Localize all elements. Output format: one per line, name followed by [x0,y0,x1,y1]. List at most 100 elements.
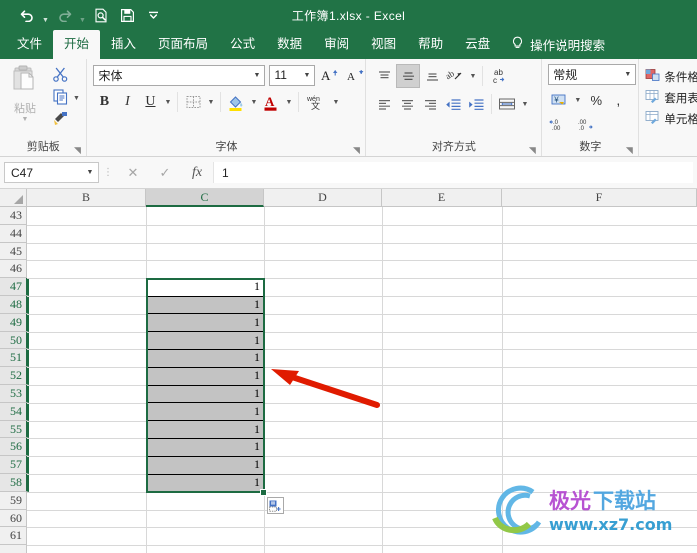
borders-button[interactable] [182,91,204,113]
row-header-60[interactable]: 60 [0,510,26,528]
row-header-52[interactable]: 52 [0,367,29,385]
tell-me-search[interactable]: 操作说明搜索 [511,30,605,59]
column-header-b[interactable]: B [27,189,146,207]
font-color-button[interactable]: A [260,91,282,113]
customize-quick-access-icon[interactable] [140,3,166,27]
row-header-47[interactable]: 47 [0,278,29,296]
clipboard-dialog-launcher[interactable]: ◥ [72,145,82,155]
cell-area[interactable]: 1 1 1 1 1 1 1 1 1 1 1 1 极光 下载站 www.xz7.c… [27,207,697,553]
tab-file[interactable]: 文件 [6,30,53,59]
cell-c51[interactable]: 1 [147,349,264,367]
cell-c49[interactable]: 1 [147,314,264,332]
cell-c47[interactable]: 1 [147,278,264,296]
column-header-c[interactable]: C [146,189,264,207]
cell-c52[interactable]: 1 [147,367,264,385]
tab-data[interactable]: 数据 [266,30,313,59]
font-name-dropdown-icon[interactable]: ▼ [249,72,264,79]
align-bottom-button[interactable] [421,65,443,87]
font-dialog-launcher[interactable]: ◥ [351,145,361,155]
align-top-button[interactable] [373,65,395,87]
cell-c54[interactable]: 1 [147,403,264,421]
row-header-54[interactable]: 54 [0,402,29,421]
number-dialog-launcher[interactable]: ◥ [624,145,634,155]
redo-dropdown-icon[interactable]: ▼ [77,0,88,30]
format-as-table-button[interactable]: 套用表格格式 [639,87,697,108]
print-preview-icon[interactable] [88,3,114,27]
orientation-button[interactable]: ab [444,65,466,87]
underline-button[interactable]: U [139,91,161,113]
row-header-59[interactable]: 59 [0,492,26,510]
cell-c48[interactable]: 1 [147,296,264,314]
conditional-formatting-button[interactable]: 条件格式 [639,66,697,87]
tab-insert[interactable]: 插入 [100,30,147,59]
save-icon[interactable] [114,3,140,27]
row-header-61[interactable]: 61 [0,527,26,546]
row-header-50[interactable]: 50 [0,331,29,350]
align-middle-button[interactable] [396,64,421,88]
increase-indent-button[interactable] [465,93,487,115]
number-format-dropdown-icon[interactable]: ▼ [620,71,635,78]
increase-font-size-button[interactable]: A [319,64,341,86]
row-header-49[interactable]: 49 [0,313,29,332]
row-header-55[interactable]: 55 [0,420,29,439]
increase-decimal-button[interactable]: .0.00 [548,114,572,136]
tab-review[interactable]: 审阅 [313,30,360,59]
font-size-dropdown-icon[interactable]: ▼ [299,72,314,79]
paste-dropdown-icon[interactable]: ▼ [22,116,29,124]
formula-input[interactable]: 1 [213,162,693,183]
copy-dropdown-icon[interactable]: ▼ [71,88,82,110]
tab-view[interactable]: 视图 [360,30,407,59]
redo-icon[interactable] [51,3,77,27]
decrease-indent-button[interactable] [442,93,464,115]
fill-handle[interactable] [260,489,267,496]
decrease-decimal-button[interactable]: .00.0 [574,114,598,136]
select-all-corner[interactable] [0,189,27,207]
row-header-43[interactable]: 43 [0,207,26,225]
format-painter-button[interactable] [50,110,84,131]
phonetic-guide-button[interactable]: wén 文 [303,91,329,113]
row-header-46[interactable]: 46 [0,260,26,279]
tab-cloud-disk[interactable]: 云盘 [454,30,501,59]
merge-dropdown-icon[interactable]: ▼ [519,93,530,115]
paste-button[interactable]: 粘贴 ▼ [0,64,50,124]
row-header-57[interactable]: 57 [0,456,29,474]
cancel-entry-icon[interactable]: ✕ [117,162,149,183]
row-header-48[interactable]: 48 [0,295,29,314]
column-header-e[interactable]: E [382,189,502,207]
tab-help[interactable]: 帮助 [407,30,454,59]
cell-c58[interactable]: 1 [147,474,264,492]
row-header-45[interactable]: 45 [0,243,26,261]
undo-icon[interactable] [14,3,40,27]
tab-page-layout[interactable]: 页面布局 [147,30,219,59]
cell-c56[interactable]: 1 [147,438,264,456]
row-header-51[interactable]: 51 [0,349,29,368]
align-right-button[interactable] [419,93,441,115]
cell-c50[interactable]: 1 [147,332,264,350]
comma-style-button[interactable]: , [609,89,627,111]
column-header-d[interactable]: D [264,189,382,207]
row-header-58[interactable]: 58 [0,473,29,492]
row-header-56[interactable]: 56 [0,438,29,457]
phonetic-guide-dropdown-icon[interactable]: ▼ [330,91,341,113]
cell-c53[interactable]: 1 [147,385,264,403]
cell-styles-button[interactable]: 单元格样式 [639,108,697,129]
accounting-format-button[interactable]: ¥ [548,89,570,111]
percent-style-button[interactable]: % [585,89,607,111]
tab-home[interactable]: 开始 [53,30,101,59]
alignment-dialog-launcher[interactable]: ◥ [527,145,537,155]
undo-dropdown-icon[interactable]: ▼ [40,0,51,30]
cell-c57[interactable]: 1 [147,456,264,474]
font-color-dropdown-icon[interactable]: ▼ [283,91,294,113]
auto-fill-options-button[interactable] [267,497,284,514]
merge-and-center-button[interactable] [496,93,518,115]
decrease-font-size-button[interactable]: A [345,64,367,86]
borders-dropdown-icon[interactable]: ▼ [205,91,216,113]
accounting-dropdown-icon[interactable]: ▼ [572,89,583,111]
cut-button[interactable] [50,66,84,87]
font-size-combo[interactable]: 11 ▼ [269,64,316,86]
tab-formulas[interactable]: 公式 [219,30,266,59]
font-name-combo[interactable]: 宋体 ▼ [93,64,266,86]
row-header-44[interactable]: 44 [0,225,26,243]
italic-button[interactable]: I [116,91,138,113]
align-center-button[interactable] [396,93,418,115]
